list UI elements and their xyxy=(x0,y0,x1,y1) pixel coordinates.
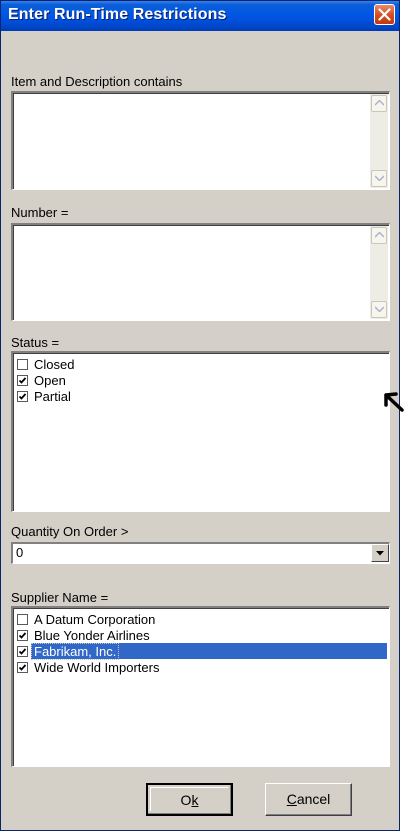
scroll-down-arrow-icon xyxy=(375,175,384,181)
close-icon xyxy=(378,8,391,21)
ok-label-prefix: O xyxy=(180,792,192,808)
window-title: Enter Run-Time Restrictions xyxy=(8,6,227,23)
status-option-closed[interactable]: Closed xyxy=(17,356,76,372)
dropdown-button[interactable] xyxy=(371,544,389,562)
checkbox[interactable] xyxy=(17,629,28,641)
option-label: Wide World Importers xyxy=(34,659,160,675)
checkmark-icon xyxy=(18,631,27,639)
quantity-combobox[interactable]: 0 xyxy=(11,542,390,564)
supplier-label: Supplier Name = xyxy=(11,590,109,605)
checkbox[interactable] xyxy=(17,374,28,386)
cancel-label-suffix: ancel xyxy=(296,791,331,807)
option-label: Open xyxy=(34,372,66,388)
arrow-pointer-icon xyxy=(384,392,404,412)
quantity-value: 0 xyxy=(16,545,24,560)
ok-button[interactable]: Ok xyxy=(146,783,233,816)
checkmark-icon xyxy=(18,663,27,671)
supplier-option-fabrikam[interactable]: Fabrikam, Inc. xyxy=(17,642,120,660)
option-label: Blue Yonder Airlines xyxy=(34,627,150,643)
quantity-label: Quantity On Order > xyxy=(11,524,129,539)
number-textarea[interactable] xyxy=(11,223,390,321)
checkbox[interactable] xyxy=(17,358,28,370)
option-label: A Datum Corporation xyxy=(34,611,156,627)
close-button[interactable] xyxy=(374,4,395,25)
supplier-option-blue-yonder[interactable]: Blue Yonder Airlines xyxy=(17,627,152,643)
checkbox[interactable] xyxy=(17,390,28,402)
scroll-down-button[interactable] xyxy=(371,170,387,187)
scroll-up-arrow-icon xyxy=(375,232,384,238)
checkmark-icon xyxy=(18,376,27,384)
title-bar[interactable]: Enter Run-Time Restrictions xyxy=(1,1,399,31)
checkbox[interactable] xyxy=(17,645,28,657)
option-label: Fabrikam, Inc. xyxy=(30,642,120,660)
scroll-up-arrow-icon xyxy=(375,100,384,106)
checkbox[interactable] xyxy=(17,661,28,673)
ok-button-face: Ok xyxy=(150,787,228,811)
status-label: Status = xyxy=(11,335,60,350)
option-label: Partial xyxy=(34,388,71,404)
scroll-up-button[interactable] xyxy=(371,227,387,244)
item-description-label: Item and Description contains xyxy=(11,74,183,89)
checkbox[interactable] xyxy=(17,613,28,625)
checkmark-icon xyxy=(18,647,27,655)
checkmark-icon xyxy=(18,392,27,400)
vertical-scrollbar[interactable] xyxy=(370,226,388,319)
scroll-up-button[interactable] xyxy=(371,95,387,112)
supplier-option-a-datum[interactable]: A Datum Corporation xyxy=(17,611,157,627)
status-option-partial[interactable]: Partial xyxy=(17,388,73,404)
supplier-checklist[interactable]: A Datum Corporation Blue Yonder Airlines… xyxy=(11,606,390,767)
option-label: Closed xyxy=(34,356,75,372)
ok-mnemonic: k xyxy=(191,792,199,808)
status-checklist[interactable]: Closed Open Partial xyxy=(11,351,390,512)
scroll-down-button[interactable] xyxy=(371,301,387,318)
dropdown-arrow-icon xyxy=(376,551,384,556)
status-option-open[interactable]: Open xyxy=(17,372,68,388)
item-description-textarea[interactable] xyxy=(11,91,390,190)
cancel-button[interactable]: Cancel xyxy=(265,783,352,816)
number-label: Number = xyxy=(11,205,69,220)
supplier-option-wide-world[interactable]: Wide World Importers xyxy=(17,659,161,675)
dialog-window: Enter Run-Time Restrictions Item and Des… xyxy=(0,0,400,831)
cancel-mnemonic: C xyxy=(286,791,297,807)
scroll-down-arrow-icon xyxy=(375,306,384,312)
vertical-scrollbar[interactable] xyxy=(370,94,388,188)
